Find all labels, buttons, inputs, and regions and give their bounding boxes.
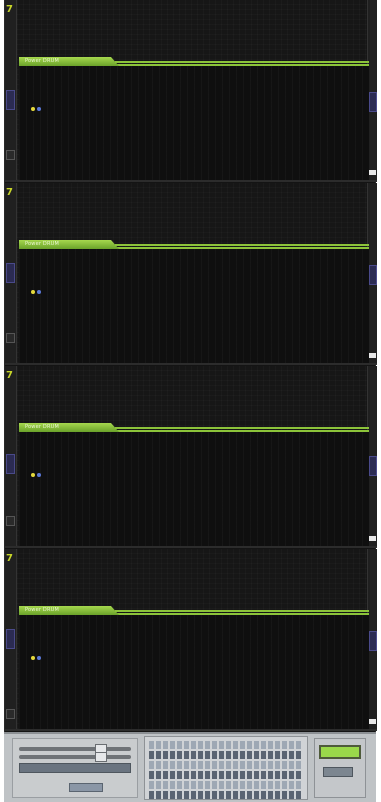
display-grid bbox=[19, 432, 369, 546]
drum-machine-panel: 7 Power DRUM bbox=[5, 0, 377, 182]
corner-logo-icon: 7 bbox=[6, 553, 13, 564]
left-side-tab[interactable] bbox=[6, 90, 15, 110]
right-side-chip[interactable] bbox=[369, 536, 376, 541]
right-side-chip[interactable] bbox=[369, 170, 376, 175]
left-side-handle[interactable] bbox=[6, 709, 15, 719]
left-side-tab[interactable] bbox=[6, 454, 15, 474]
pattern-row[interactable] bbox=[149, 791, 303, 799]
yellow-led-icon bbox=[31, 290, 35, 294]
lcd-section bbox=[314, 738, 366, 798]
blue-led-icon bbox=[37, 656, 41, 660]
transport-controls bbox=[12, 738, 138, 798]
blue-led-icon bbox=[37, 290, 41, 294]
pattern-row[interactable] bbox=[149, 771, 303, 779]
yellow-led-icon bbox=[31, 473, 35, 477]
lcd-display bbox=[319, 745, 361, 759]
status-indicators bbox=[31, 462, 43, 481]
position-slider[interactable] bbox=[19, 752, 131, 762]
lcd-button[interactable] bbox=[323, 767, 353, 777]
app-window: 7 Power DRUM 7 Power DRUM 7 Power DRUM 7… bbox=[0, 0, 381, 802]
corner-logo-icon: 7 bbox=[6, 370, 13, 381]
left-side-tab[interactable] bbox=[6, 263, 15, 283]
sequencer-display[interactable]: Power DRUM bbox=[19, 423, 369, 546]
device-name-label: Power DRUM bbox=[25, 607, 60, 613]
status-indicators bbox=[31, 96, 43, 115]
header-divider bbox=[115, 61, 369, 63]
left-side-handle[interactable] bbox=[6, 333, 15, 343]
header-divider bbox=[115, 244, 369, 246]
device-name-tab[interactable]: Power DRUM bbox=[19, 57, 119, 66]
right-side-chip[interactable] bbox=[369, 719, 376, 724]
yellow-led-icon bbox=[31, 656, 35, 660]
corner-logo-icon: 7 bbox=[6, 187, 13, 198]
blue-led-icon bbox=[37, 473, 41, 477]
position-slider-knob[interactable] bbox=[95, 752, 107, 762]
sequencer-display[interactable]: Power DRUM bbox=[19, 606, 369, 729]
device-name-label: Power DRUM bbox=[25, 424, 60, 430]
right-side-chip[interactable] bbox=[369, 353, 376, 358]
display-grid bbox=[19, 66, 369, 180]
device-name-tab[interactable]: Power DRUM bbox=[19, 240, 119, 249]
drum-machine-panel: 7 Power DRUM bbox=[5, 183, 377, 365]
left-side-handle[interactable] bbox=[6, 150, 15, 160]
right-side-tab[interactable] bbox=[369, 92, 377, 112]
right-side-tab[interactable] bbox=[369, 456, 377, 476]
blue-led-icon bbox=[37, 107, 41, 111]
pattern-row[interactable] bbox=[149, 751, 303, 759]
device-name-label: Power DRUM bbox=[25, 58, 60, 64]
position-display bbox=[19, 763, 131, 773]
left-side-tab[interactable] bbox=[6, 629, 15, 649]
drum-machine-panel: 7 Power DRUM bbox=[5, 366, 377, 548]
right-side-tab[interactable] bbox=[369, 631, 377, 651]
transport-panel bbox=[4, 732, 376, 802]
pattern-row[interactable] bbox=[149, 761, 303, 769]
display-grid bbox=[19, 615, 369, 729]
device-name-label: Power DRUM bbox=[25, 241, 60, 247]
left-side-handle[interactable] bbox=[6, 516, 15, 526]
display-grid bbox=[19, 249, 369, 363]
yellow-led-icon bbox=[31, 107, 35, 111]
tempo-slider[interactable] bbox=[19, 744, 131, 754]
device-name-tab[interactable]: Power DRUM bbox=[19, 606, 119, 615]
status-indicators bbox=[31, 279, 43, 298]
corner-logo-icon: 7 bbox=[6, 4, 13, 15]
device-name-tab[interactable]: Power DRUM bbox=[19, 423, 119, 432]
sequencer-display[interactable]: Power DRUM bbox=[19, 57, 369, 180]
header-divider bbox=[115, 427, 369, 429]
header-divider bbox=[115, 610, 369, 612]
status-indicators bbox=[31, 645, 43, 664]
drum-machine-panel: 7 Power DRUM bbox=[5, 549, 377, 731]
pattern-row[interactable] bbox=[149, 741, 303, 749]
transport-button[interactable] bbox=[69, 783, 103, 792]
right-side-tab[interactable] bbox=[369, 265, 377, 285]
pattern-grid[interactable] bbox=[144, 736, 308, 800]
pattern-row[interactable] bbox=[149, 781, 303, 789]
sequencer-display[interactable]: Power DRUM bbox=[19, 240, 369, 363]
device-rack: 7 Power DRUM 7 Power DRUM 7 Power DRUM 7… bbox=[4, 0, 377, 732]
